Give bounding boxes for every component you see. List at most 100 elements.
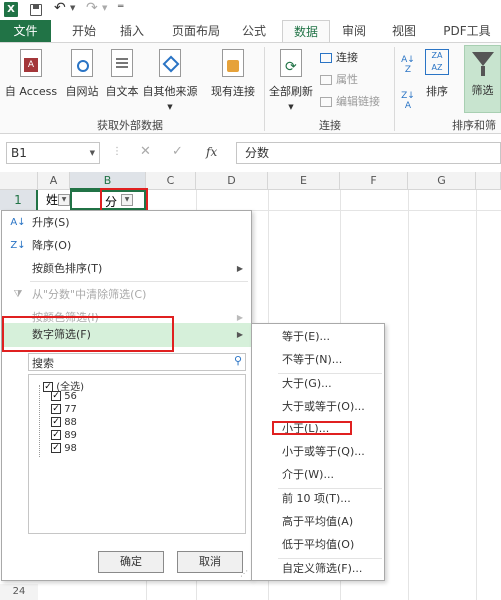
- checkbox-icon: ✓: [51, 417, 61, 427]
- name-box[interactable]: B1 ▼: [6, 142, 100, 164]
- filter-top-10-item[interactable]: 前 10 项(T)...: [282, 490, 351, 508]
- properties-icon: [320, 75, 332, 85]
- column-header-e[interactable]: E: [268, 172, 340, 190]
- cancel-entry-icon[interactable]: ✕: [140, 144, 151, 159]
- ribbon: A 自 Access 自网站 自文本 自其他来源 ▼ 现有连接 ⟳ 全部刷新 ▼…: [0, 42, 501, 134]
- checklist-item[interactable]: ✓ 89: [51, 430, 77, 443]
- group-label-get-external-data: 获取外部数据: [97, 119, 163, 132]
- clear-filter-item: ⧩ 从"分数"中清除筛选(C): [2, 283, 251, 306]
- checklist-item[interactable]: ✓ 77: [51, 404, 77, 417]
- tab-file[interactable]: 文件: [0, 20, 51, 42]
- sort-ascending-item[interactable]: A↓ 升序(S): [2, 211, 251, 234]
- text-file-icon: [111, 49, 133, 77]
- from-web-button[interactable]: 自网站: [62, 49, 102, 99]
- existing-connections-button[interactable]: 现有连接: [206, 49, 260, 99]
- tab-formulas[interactable]: 公式: [234, 20, 274, 42]
- redo-icon[interactable]: ↷: [86, 0, 98, 16]
- custom-filter-item[interactable]: 自定义筛选(F)...: [282, 560, 362, 578]
- submenu-arrow-icon: ▶: [236, 264, 243, 273]
- from-other-sources-button[interactable]: 自其他来源 ▼: [140, 49, 200, 112]
- checkbox-icon: ✓: [51, 443, 61, 453]
- select-all-corner[interactable]: [0, 172, 38, 190]
- refresh-all-button[interactable]: ⟳ 全部刷新 ▼: [266, 49, 316, 112]
- tab-home[interactable]: 开始: [64, 20, 104, 42]
- filter-below-average-item[interactable]: 低于平均值(O): [282, 536, 354, 554]
- column-header-g[interactable]: G: [408, 172, 476, 190]
- tab-review[interactable]: 审阅: [334, 20, 374, 42]
- formula-bar-grip-icon: ⋮: [112, 146, 122, 157]
- ok-button[interactable]: 确定: [98, 551, 164, 573]
- dropdown-arrow-icon: ▼: [288, 103, 294, 111]
- column-header-a[interactable]: A: [38, 172, 70, 190]
- filter-dropdown-a1[interactable]: ▼: [58, 194, 70, 206]
- group-label-sort-filter: 排序和筛: [452, 119, 496, 132]
- filter-above-average-item[interactable]: 高于平均值(A): [282, 513, 353, 531]
- customize-toolbar-icon[interactable]: ═: [118, 2, 123, 12]
- checkbox-icon: ✓: [51, 391, 61, 401]
- sort-dialog-icon: ZA AZ: [425, 49, 449, 75]
- checklist-item[interactable]: ✓ (全选): [43, 378, 84, 393]
- formula-bar: B1 ▼ ⋮ ✕ ✓ fx 分数: [0, 142, 501, 166]
- filter-greater-equal-item[interactable]: 大于或等于(O)...: [282, 398, 365, 416]
- sort-ascending-icon: A↓: [10, 217, 26, 228]
- properties-button[interactable]: 属性: [320, 71, 380, 87]
- ribbon-tabs: 文件 开始 插入 页面布局 公式 数据 审阅 视图 PDF工具: [0, 20, 501, 43]
- cancel-button[interactable]: 取消: [177, 551, 243, 573]
- refresh-icon: ⟳: [280, 49, 302, 77]
- row-header-1[interactable]: 1: [0, 190, 38, 210]
- column-header-c[interactable]: C: [146, 172, 196, 190]
- column-header-h[interactable]: [476, 172, 501, 190]
- confirm-entry-icon[interactable]: ✓: [172, 144, 183, 159]
- search-icon: ⚲: [233, 354, 242, 367]
- filter-not-equals-item[interactable]: 不等于(N)...: [282, 351, 342, 369]
- edit-links-icon: [320, 97, 332, 107]
- filter-button[interactable]: 筛选: [464, 45, 501, 113]
- column-header-d[interactable]: D: [196, 172, 268, 190]
- filter-menu: A↓ 升序(S) Z↓ 降序(O) 按颜色排序(T) ▶ ⧩ 从"分数"中清除筛选(C)…: [1, 210, 252, 581]
- save-icon[interactable]: [30, 4, 42, 16]
- filter-between-item[interactable]: 介于(W)...: [282, 466, 334, 484]
- undo-icon[interactable]: ↶: [54, 0, 66, 16]
- checkbox-icon: ✓: [51, 430, 61, 440]
- edit-links-button[interactable]: 编辑链接: [320, 93, 392, 109]
- sort-za-button[interactable]: Z↓ A: [398, 91, 418, 111]
- highlight-box-b1: [100, 188, 148, 212]
- redo-dropdown-icon[interactable]: ▼: [102, 4, 107, 12]
- row-header-24[interactable]: 24: [0, 584, 38, 600]
- checklist-item[interactable]: ✓ 56: [51, 391, 77, 404]
- highlight-box-number-filter: [2, 316, 174, 352]
- group-label-connections: 连接: [319, 119, 341, 132]
- sort-descending-item[interactable]: Z↓ 降序(O): [2, 234, 251, 257]
- from-text-button[interactable]: 自文本: [102, 49, 142, 99]
- title-bar: X ↶ ▼ ↷ ▼ ═: [0, 0, 501, 20]
- tab-data[interactable]: 数据: [282, 20, 330, 43]
- filter-greater-than-item[interactable]: 大于(G)...: [282, 375, 332, 393]
- sort-az-button[interactable]: A↓ Z: [398, 55, 418, 75]
- name-box-dropdown-icon[interactable]: ▼: [90, 143, 95, 163]
- tree-line: [39, 385, 40, 457]
- sort-by-color-item[interactable]: 按颜色排序(T) ▶: [2, 257, 251, 280]
- tab-insert[interactable]: 插入: [112, 20, 152, 42]
- search-input[interactable]: 搜索 ⚲: [28, 353, 246, 371]
- column-header-f[interactable]: F: [340, 172, 408, 190]
- tab-pdf-tools[interactable]: PDF工具: [436, 20, 498, 42]
- checkbox-icon: ✓: [51, 404, 61, 414]
- filter-less-equal-item[interactable]: 小于或等于(Q)...: [282, 443, 365, 461]
- tab-view[interactable]: 视图: [384, 20, 424, 42]
- insert-function-icon[interactable]: fx: [206, 145, 217, 159]
- access-icon: A: [20, 49, 42, 77]
- tab-page-layout[interactable]: 页面布局: [164, 20, 228, 42]
- checklist-item[interactable]: ✓ 88: [51, 417, 77, 430]
- excel-logo-icon: X: [4, 2, 18, 17]
- sort-button[interactable]: ZA AZ 排序: [420, 49, 454, 99]
- undo-dropdown-icon[interactable]: ▼: [70, 4, 75, 12]
- filter-equals-item[interactable]: 等于(E)...: [282, 328, 330, 346]
- dropdown-arrow-icon: ▼: [167, 103, 173, 111]
- number-filters-submenu: 等于(E)... 不等于(N)... 大于(G)... 大于或等于(O)... …: [251, 323, 385, 581]
- from-access-button[interactable]: A 自 Access: [2, 49, 60, 99]
- formula-input[interactable]: 分数: [236, 142, 501, 164]
- resize-grip-icon[interactable]: ⋰: [240, 569, 248, 578]
- checklist-item[interactable]: ✓ 98: [51, 443, 77, 456]
- connections-button[interactable]: 连接: [320, 49, 380, 65]
- existing-connections-icon: [222, 49, 244, 77]
